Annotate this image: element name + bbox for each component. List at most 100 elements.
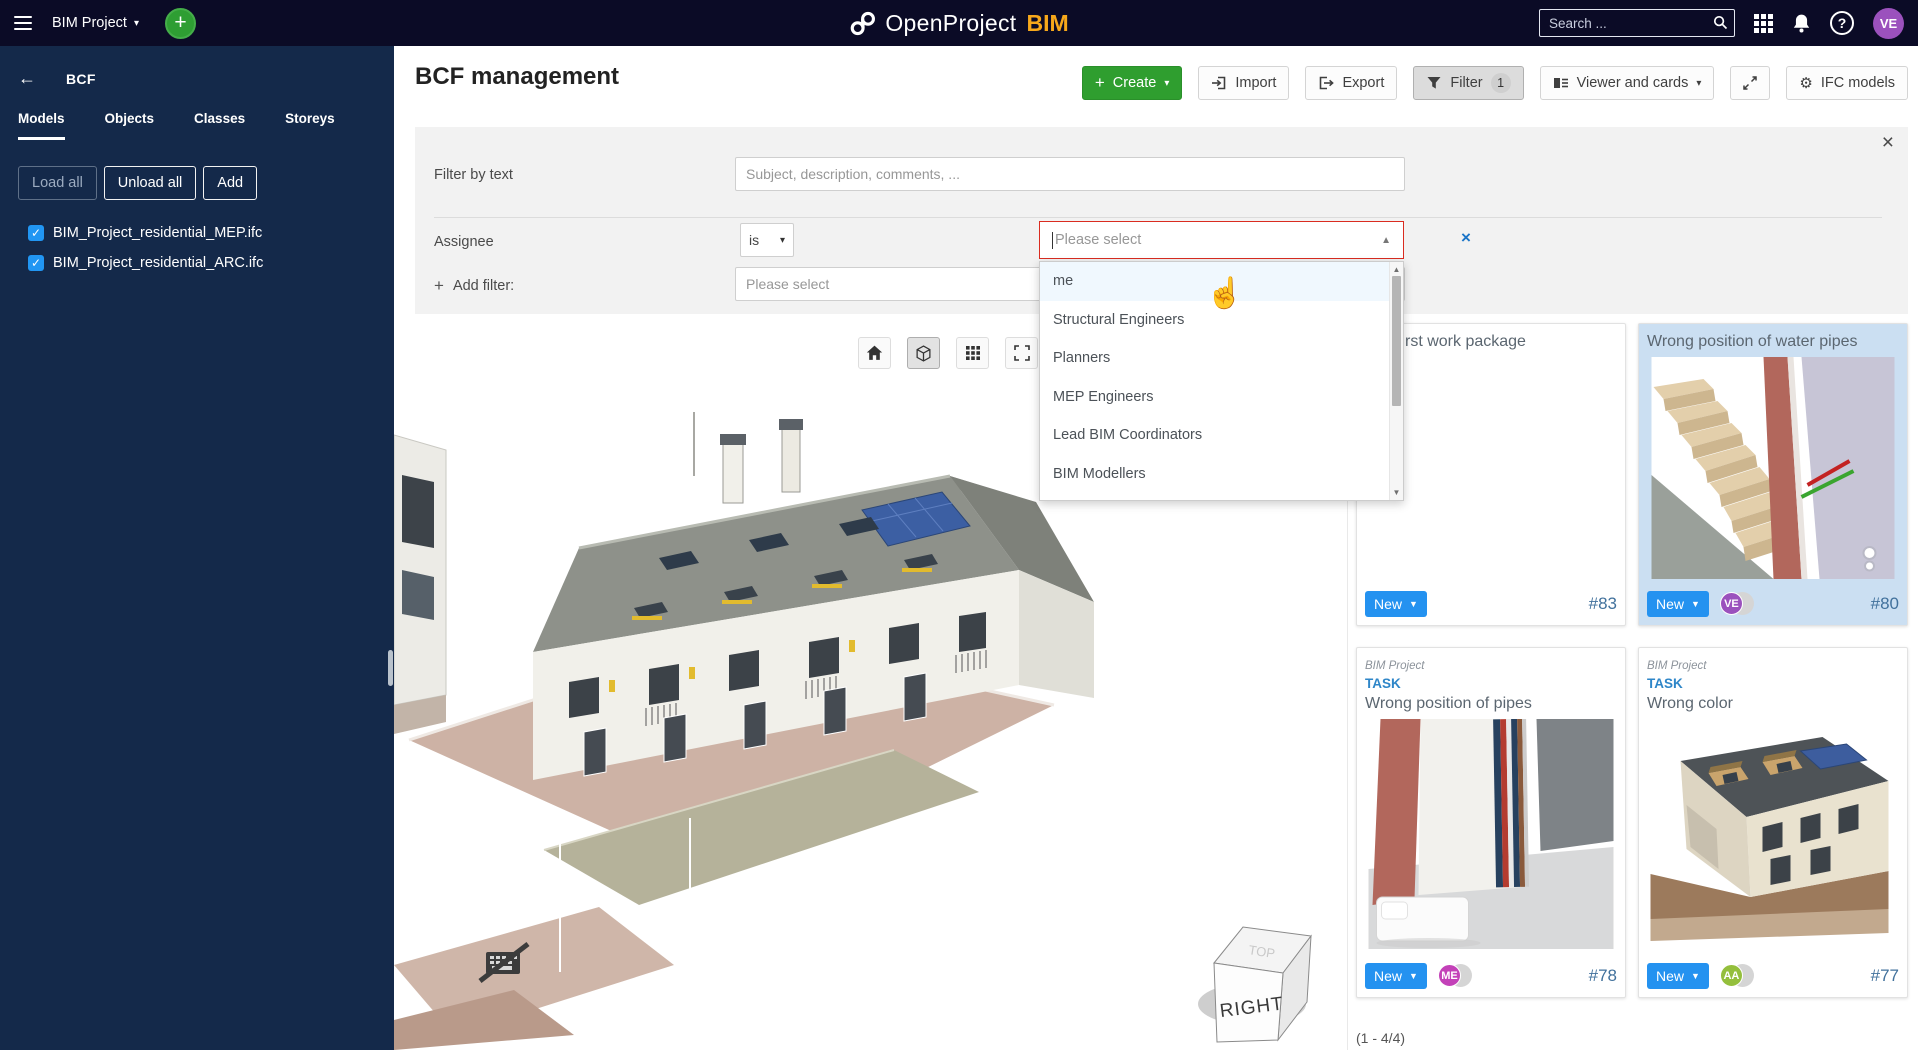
tab-storeys[interactable]: Storeys xyxy=(285,111,335,140)
assignee-avatar[interactable]: VE xyxy=(1720,592,1755,616)
assignee-avatar[interactable]: ME xyxy=(1438,964,1473,988)
unload-all-button[interactable]: Unload all xyxy=(104,166,197,200)
card-project-name: BIM Project xyxy=(1647,660,1706,672)
search-icon[interactable] xyxy=(1713,15,1728,30)
search-input[interactable] xyxy=(1539,9,1735,37)
add-model-button[interactable]: Add xyxy=(203,166,257,200)
viewer-mode-button[interactable]: Viewer and cards ▾ xyxy=(1540,66,1715,100)
load-all-button[interactable]: Load all xyxy=(18,166,97,200)
dropdown-option[interactable]: Structural Engineers xyxy=(1040,301,1403,340)
back-arrow-icon[interactable]: ← xyxy=(18,68,36,89)
card-title: rst work package xyxy=(1405,332,1526,352)
gear-icon: ⚙ xyxy=(1799,74,1812,92)
ifc-models-button[interactable]: ⚙ IFC models xyxy=(1786,66,1908,100)
filter-funnel-icon xyxy=(1426,75,1442,91)
viewer-toolbar xyxy=(858,337,1038,369)
import-button[interactable]: Import xyxy=(1198,66,1289,100)
dropdown-option[interactable]: BIM Modellers xyxy=(1040,455,1403,494)
status-button[interactable]: New▼ xyxy=(1365,591,1427,617)
tab-classes[interactable]: Classes xyxy=(194,111,245,140)
sidebar-tabs: Models Objects Classes Storeys xyxy=(0,111,394,140)
tab-objects[interactable]: Objects xyxy=(105,111,155,140)
fullscreen-corners-icon xyxy=(1014,345,1030,361)
page-title: BCF management xyxy=(415,63,619,91)
pagination-info: (1 - 4/4) xyxy=(1356,1030,1405,1046)
quick-add-button[interactable]: + xyxy=(165,8,196,39)
filter-text-input[interactable] xyxy=(735,157,1405,191)
work-package-card[interactable]: BIM Project TASK Wrong color xyxy=(1638,647,1908,998)
work-package-id[interactable]: #77 xyxy=(1871,966,1899,986)
work-package-card[interactable]: Wrong position of water pipes xyxy=(1638,323,1908,626)
chevron-down-icon: ▼ xyxy=(1691,971,1700,981)
logo-text: OpenProject xyxy=(885,10,1016,37)
assignee-value-combobox[interactable]: Please select ▲ xyxy=(1039,221,1404,259)
chevron-up-icon[interactable]: ▲ xyxy=(1381,235,1391,246)
filter-button[interactable]: Filter 1 xyxy=(1413,66,1523,100)
card-footer: New▼ AA #77 xyxy=(1647,963,1899,989)
model-checkbox-checked[interactable]: ✓ xyxy=(28,225,44,241)
create-button[interactable]: + Create ▾ xyxy=(1082,66,1183,100)
close-filter-panel-icon[interactable]: × xyxy=(1882,131,1894,155)
card-footer: New▼ #83 xyxy=(1365,591,1617,617)
scroll-up-icon[interactable]: ▲ xyxy=(1390,265,1403,274)
sidebar-header: ← BCF xyxy=(0,46,394,101)
work-package-cards: rst work package New▼ #83 Wrong position… xyxy=(1356,323,1908,998)
model-actions: Load all Unload all Add xyxy=(0,140,394,208)
model-list-item[interactable]: ✓ BIM_Project_residential_ARC.ifc xyxy=(0,248,394,278)
fullscreen-button[interactable] xyxy=(1730,66,1770,100)
notifications-bell-icon[interactable] xyxy=(1792,13,1811,33)
dropdown-option[interactable]: Lead BIM Coordinators xyxy=(1040,416,1403,455)
work-package-id[interactable]: #80 xyxy=(1871,594,1899,614)
card-viewpoint-image xyxy=(1365,719,1617,949)
chevron-down-icon: ▾ xyxy=(1696,78,1701,89)
dropdown-option-me[interactable]: me xyxy=(1040,262,1403,301)
topbar-actions: ? VE xyxy=(1539,8,1918,39)
card-title: Wrong color xyxy=(1647,694,1899,714)
status-button[interactable]: New▼ xyxy=(1647,963,1709,989)
model-checkbox-checked[interactable]: ✓ xyxy=(28,255,44,271)
dropdown-scrollbar[interactable]: ▲ ▼ xyxy=(1389,262,1403,500)
import-icon xyxy=(1211,75,1227,91)
chevron-down-icon: ▾ xyxy=(1164,78,1169,89)
scrollbar-thumb[interactable] xyxy=(1392,276,1401,406)
combobox-placeholder: Please select xyxy=(1055,232,1381,248)
scroll-down-icon[interactable]: ▼ xyxy=(1390,488,1403,497)
apps-grid-icon[interactable] xyxy=(1754,14,1773,33)
nav-cube[interactable]: TOP RIGHT xyxy=(1198,927,1311,1042)
tab-models[interactable]: Models xyxy=(18,111,65,140)
dropdown-option[interactable]: Planners xyxy=(1040,339,1403,378)
project-switcher[interactable]: BIM Project ▾ xyxy=(52,15,139,31)
3d-view-cube-button[interactable] xyxy=(907,337,940,369)
user-avatar[interactable]: VE xyxy=(1873,8,1904,39)
model-label: BIM_Project_residential_ARC.ifc xyxy=(53,255,263,271)
dropdown-option[interactable]: MEP Engineers xyxy=(1040,378,1403,417)
status-button[interactable]: New▼ xyxy=(1365,963,1427,989)
sidebar-resize-handle[interactable] xyxy=(388,650,393,686)
divider xyxy=(434,217,1882,218)
assignee-dropdown-list: me Structural Engineers Planners MEP Eng… xyxy=(1039,261,1404,501)
add-filter-label[interactable]: Add filter: xyxy=(453,278,514,294)
work-package-id[interactable]: #83 xyxy=(1589,594,1617,614)
grid-icon xyxy=(965,345,981,361)
app-logo[interactable]: OpenProjectBIM xyxy=(849,0,1068,46)
export-icon xyxy=(1318,75,1334,91)
viewer-fullscreen-button[interactable] xyxy=(1005,337,1038,369)
remove-filter-icon[interactable]: × xyxy=(1461,228,1471,248)
assignee-operator-select[interactable]: is ▾ xyxy=(740,223,794,257)
reset-view-home-button[interactable] xyxy=(858,337,891,369)
card-type: TASK xyxy=(1647,674,1899,694)
work-package-id[interactable]: #78 xyxy=(1589,966,1617,986)
home-icon xyxy=(866,345,883,361)
work-package-card[interactable]: BIM Project TASK Wrong position of pipes xyxy=(1356,647,1626,998)
card-footer: New▼ ME #78 xyxy=(1365,963,1617,989)
assignee-avatar[interactable]: AA xyxy=(1720,964,1755,988)
model-list-item[interactable]: ✓ BIM_Project_residential_MEP.ifc xyxy=(0,218,394,248)
model-list: ✓ BIM_Project_residential_MEP.ifc ✓ BIM_… xyxy=(0,218,394,278)
bcf-sidebar: ← BCF Models Objects Classes Storeys Loa… xyxy=(0,46,394,1050)
hamburger-menu-icon[interactable] xyxy=(14,12,32,34)
storeys-grid-button[interactable] xyxy=(956,337,989,369)
card-title: Wrong position of water pipes xyxy=(1647,332,1899,352)
status-button[interactable]: New▼ xyxy=(1647,591,1709,617)
export-button[interactable]: Export xyxy=(1305,66,1397,100)
help-icon[interactable]: ? xyxy=(1830,11,1854,35)
